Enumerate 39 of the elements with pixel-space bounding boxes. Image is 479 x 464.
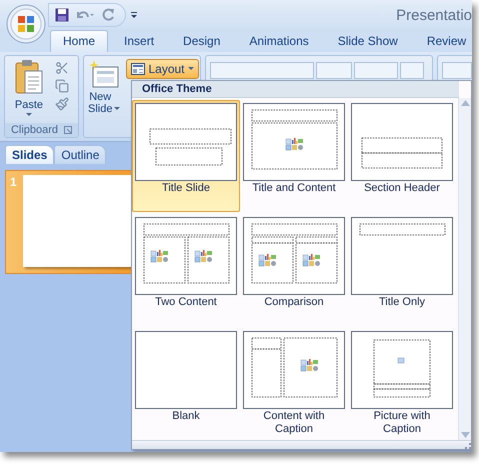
cut-icon[interactable] [55,61,69,75]
ribbon-tab[interactable]: Insert [111,30,168,52]
group-label: Clipboard [10,124,58,136]
layout-button[interactable]: Layout [126,59,198,79]
layout-option[interactable]: Title and Content [240,100,348,212]
new-slide-icon [89,59,120,89]
ribbon-tab[interactable]: Animations [236,30,322,52]
layout-option[interactable]: Two Content [132,214,240,326]
layout-icon [131,63,146,75]
paste-button[interactable]: Paste [9,59,49,123]
resize-grip-icon[interactable] [465,443,471,449]
ribbon-tab[interactable]: Home [50,30,108,52]
new-slide-button[interactable]: New Slide [88,59,120,137]
ribbon-tab[interactable]: Slide Show [324,30,411,52]
menu-heading: Office Theme [142,83,212,95]
caret-icon [26,113,32,117]
copy-icon[interactable] [55,79,69,93]
slide-number: 1 [10,175,17,191]
caret-icon [114,107,120,111]
layout-option[interactable]: Content with Caption [240,328,348,440]
ribbon-tab[interactable]: Review [414,30,472,52]
scroll-up-icon[interactable] [460,100,470,106]
pane-tab[interactable]: Outline [54,145,106,164]
redo-icon[interactable] [101,8,115,22]
customize-menu-icon[interactable] [130,11,138,19]
pane-tab[interactable]: Slides [5,145,54,164]
save-icon[interactable] [55,8,69,22]
window-title: Presentatio [396,6,472,24]
layout-option[interactable]: Comparison [240,214,348,326]
layout-option[interactable]: Title Only [348,214,456,326]
caret-icon [188,67,194,71]
layout-option[interactable]: Picture with Caption [348,328,456,440]
ribbon-tab[interactable]: Design [170,30,234,52]
layout-option[interactable]: Section Header [348,100,456,212]
layout-option[interactable]: Title Slide [132,100,240,212]
format-painter-icon[interactable] [55,97,69,111]
scroll-down-icon[interactable] [460,432,470,438]
dialog-launcher-icon[interactable] [64,126,72,134]
layout-option[interactable]: Blank [132,328,240,440]
